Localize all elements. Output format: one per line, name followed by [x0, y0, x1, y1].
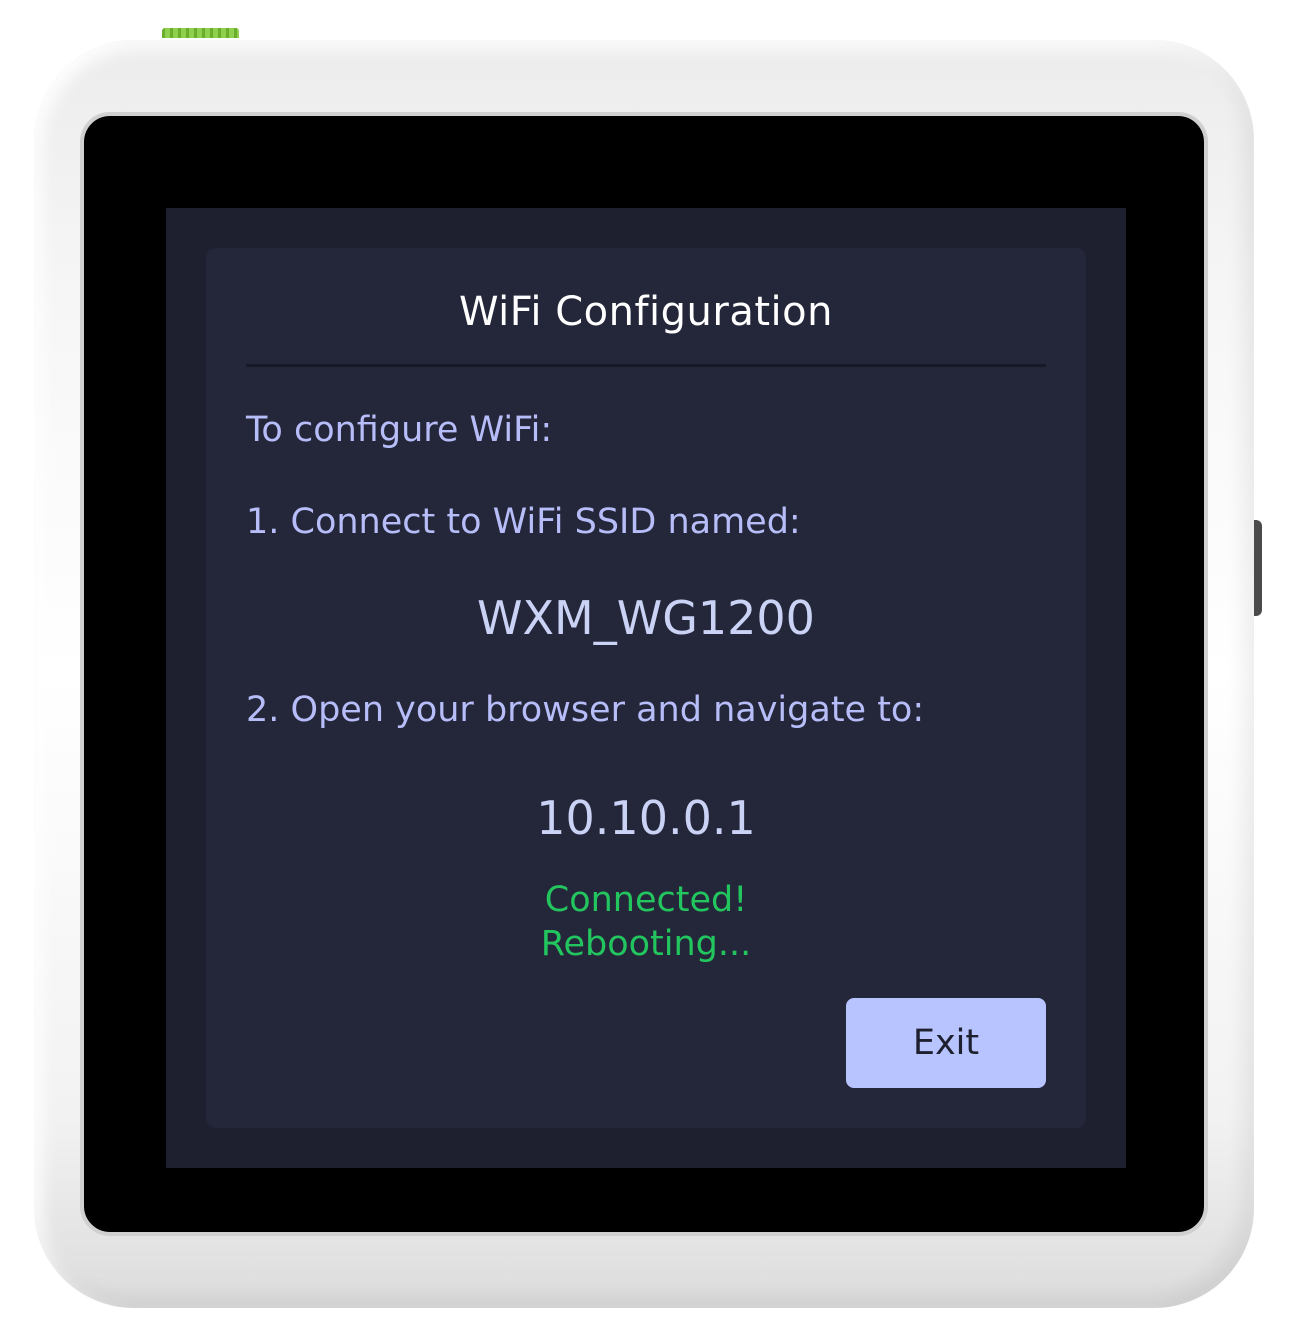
title-divider: [246, 364, 1046, 367]
status-line-rebooting: Rebooting...: [540, 924, 752, 964]
address-value: 10.10.0.1: [536, 791, 756, 845]
intro-text: To configure WiFi:: [246, 410, 553, 450]
exit-button[interactable]: Exit: [846, 998, 1046, 1088]
dialog-title: WiFi Configuration: [459, 289, 833, 335]
status-line-connected: Connected!: [544, 880, 748, 920]
status-led: [162, 28, 239, 38]
device: WiFi Configuration To configure WiFi: 1.…: [0, 0, 1292, 1326]
status-message: Connected! Rebooting...: [206, 878, 1086, 966]
ssid-value: WXM_WG1200: [477, 591, 815, 645]
step-2-text: 2. Open your browser and navigate to:: [246, 690, 925, 730]
step-1-text: 1. Connect to WiFi SSID named:: [246, 502, 801, 542]
